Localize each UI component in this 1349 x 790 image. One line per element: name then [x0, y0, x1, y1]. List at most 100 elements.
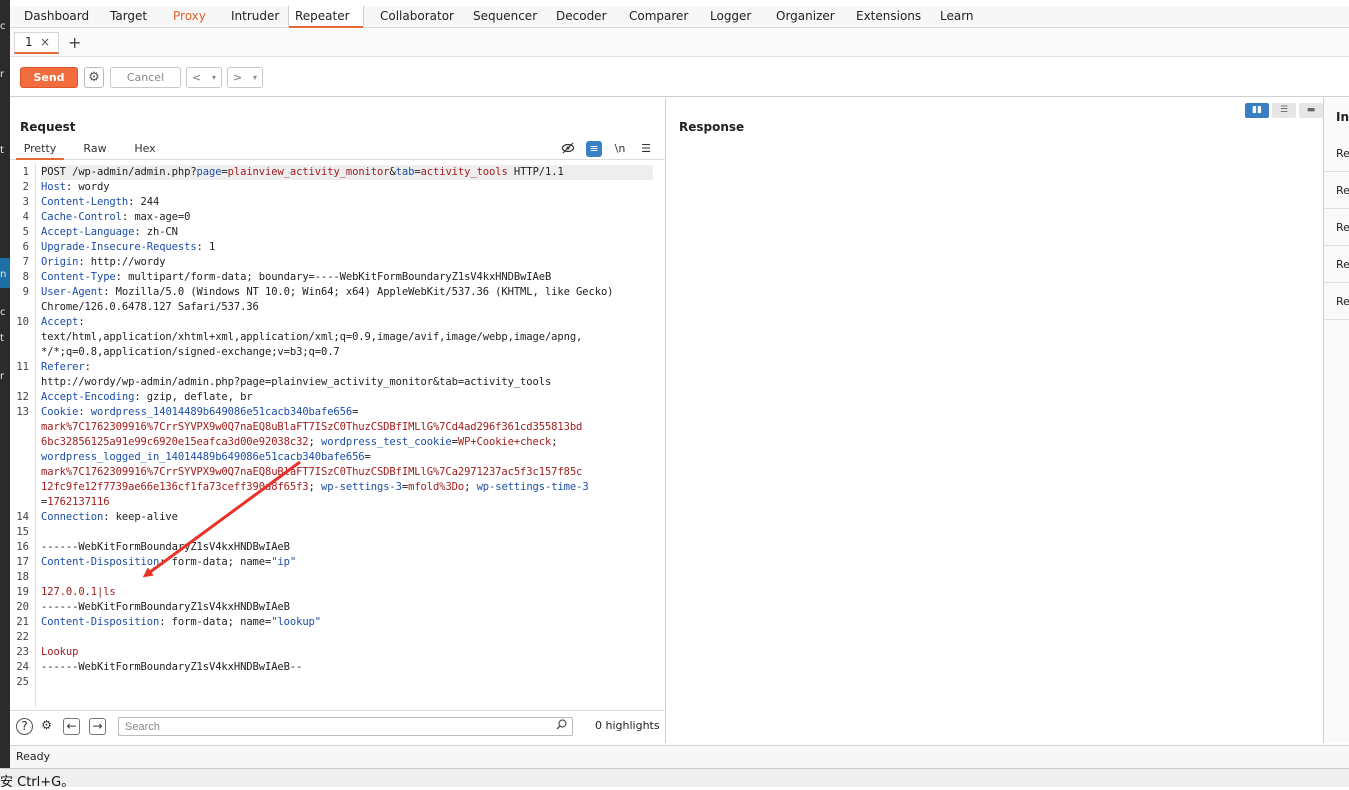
chevron-down-icon[interactable]: ▾	[212, 68, 216, 87]
close-icon[interactable]: ×	[40, 33, 50, 51]
code-line[interactable]: wordpress_logged_in_14014489b649086e51ca…	[41, 450, 371, 465]
code-token: ;	[308, 481, 321, 493]
inspector-section[interactable]: Re	[1324, 209, 1349, 246]
code-token: 127.0.0.1|ls	[41, 586, 116, 598]
cancel-button[interactable]: Cancel	[110, 67, 181, 88]
hide-nonprintable-icon[interactable]	[560, 141, 576, 157]
code-line[interactable]: Connection: keep-alive	[41, 510, 178, 525]
code-token: : zh-CN	[134, 226, 178, 238]
tab-pretty[interactable]: Pretty	[16, 141, 64, 160]
nav-tab-comparer[interactable]: Comparer	[623, 6, 694, 27]
tabbed-layout-icon[interactable]: ▬	[1299, 103, 1323, 118]
code-line[interactable]: text/html,application/xhtml+xml,applicat…	[41, 330, 582, 345]
nav-tab-dashboard[interactable]: Dashboard	[18, 6, 95, 27]
arrow-left-icon[interactable]: ←	[63, 718, 80, 735]
code-line[interactable]: =1762137116	[41, 495, 110, 510]
code-line[interactable]: 12fc9fe12f7739ae66e136cf1fa73ceff390a8f6…	[41, 480, 589, 495]
code-line[interactable]: 6bc32856125a91e99c6920e15eafca3d00e92038…	[41, 435, 558, 450]
code-line[interactable]: Cookie: wordpress_14014489b649086e51cacb…	[41, 405, 358, 420]
history-forward-button[interactable]: > ▾	[227, 67, 263, 88]
request-editor[interactable]: 1 2 3 4 5 6 7 8 9 10 11 12 13 14 15 16 17 18 19 20 21 22 23 24 2…	[10, 163, 666, 707]
menu-icon[interactable]: ☰	[638, 141, 654, 157]
history-back-button[interactable]: < ▾	[186, 67, 222, 88]
line-number: 14	[16, 511, 29, 523]
nav-tab-repeater[interactable]: Repeater	[288, 6, 364, 28]
code-line[interactable]: mark%7C1762309916%7CrrSYVPX9w0Q7naEQ8uBl…	[41, 420, 582, 435]
tab-raw[interactable]: Raw	[80, 141, 110, 160]
code-line[interactable]: POST /wp-admin/admin.php?page=plainview_…	[41, 165, 653, 180]
code-line[interactable]: Host: wordy	[41, 180, 110, 195]
code-token: http://wordy/wp-admin/admin.php?page=pla…	[41, 376, 552, 388]
request-view-tabs: Pretty Raw Hex ≡ \n ☰	[10, 138, 666, 160]
background-window-text: r	[0, 70, 5, 80]
nav-tab-sequencer[interactable]: Sequencer	[467, 6, 543, 27]
gear-icon[interactable]: ⚙	[38, 718, 55, 735]
code-line[interactable]: Chrome/126.0.6478.127 Safari/537.36	[41, 300, 259, 315]
nav-tab-decoder[interactable]: Decoder	[550, 6, 613, 27]
code-line[interactable]: */*;q=0.8,application/signed-exchange;v=…	[41, 345, 340, 360]
code-line[interactable]: Referer:	[41, 360, 91, 375]
code-line[interactable]: Accept-Encoding: gzip, deflate, br	[41, 390, 253, 405]
code-line[interactable]: mark%7C1762309916%7CrrSYVPX9w0Q7naEQ8uBl…	[41, 465, 582, 480]
code-line[interactable]: Lookup	[41, 645, 78, 660]
repeater-tab-label: 1	[25, 35, 33, 49]
code-token: : form-data; name=	[159, 616, 272, 628]
nav-tab-target[interactable]: Target	[104, 6, 153, 27]
code-line[interactable]: Content-Disposition: form-data; name="ip…	[41, 555, 296, 570]
gear-icon[interactable]: ⚙	[84, 67, 104, 88]
code-line[interactable]: http://wordy/wp-admin/admin.php?page=pla…	[41, 375, 551, 390]
code-line[interactable]: User-Agent: Mozilla/5.0 (Windows NT 10.0…	[41, 285, 613, 300]
chevron-down-icon[interactable]: ▾	[253, 68, 257, 87]
main-nav-bar: Dashboard Target Proxy Intruder Repeater…	[10, 6, 1349, 28]
layout-toggles: ▮▮ ☰ ▬	[1245, 103, 1323, 118]
background-window-text: n	[0, 270, 7, 280]
code-token: mark%7C1762309916%7CrrSYVPX9w0Q7naEQ8uBl…	[41, 421, 583, 433]
nav-tab-logger[interactable]: Logger	[704, 6, 757, 27]
inspector-section[interactable]: Re	[1324, 135, 1349, 172]
send-button[interactable]: Send	[20, 67, 78, 88]
code-line[interactable]: Content-Length: 244	[41, 195, 159, 210]
code-line[interactable]: Content-Type: multipart/form-data; bound…	[41, 270, 551, 285]
tab-hex[interactable]: Hex	[132, 141, 158, 160]
nav-tab-collaborator[interactable]: Collaborator	[374, 6, 460, 27]
background-window-text: c	[0, 308, 6, 318]
search-input[interactable]	[118, 717, 573, 736]
add-tab-button[interactable]: +	[68, 32, 81, 54]
code-line[interactable]: Accept-Language: zh-CN	[41, 225, 178, 240]
line-number: 19	[16, 586, 29, 598]
code-line[interactable]: ------WebKitFormBoundaryZ1sV4kxHNDBwIAeB	[41, 600, 290, 615]
newline-toggle[interactable]: \n	[612, 141, 628, 157]
request-title: Request	[20, 120, 76, 134]
inspector-section[interactable]: Re	[1324, 246, 1349, 283]
code-line[interactable]: Origin: http://wordy	[41, 255, 166, 270]
code-line[interactable]: Content-Disposition: form-data; name="lo…	[41, 615, 321, 630]
search-icon	[556, 719, 567, 733]
stacked-layout-icon[interactable]: ☰	[1272, 103, 1296, 118]
wrap-lines-icon[interactable]: ≡	[586, 141, 602, 157]
inspector-section[interactable]: Re	[1324, 283, 1349, 320]
code-token: Chrome/126.0.6478.127 Safari/537.36	[41, 301, 259, 313]
code-line[interactable]: Accept:	[41, 315, 85, 330]
code-line[interactable]: 127.0.0.1|ls	[41, 585, 116, 600]
code-line[interactable]: Cache-Control: max-age=0	[41, 210, 190, 225]
nav-tab-intruder[interactable]: Intruder	[225, 6, 285, 27]
line-number: 1	[22, 166, 29, 178]
line-number: 13	[16, 406, 29, 418]
code-token: HTTP/1.1	[507, 166, 564, 178]
repeater-tab-1[interactable]: 1 ×	[14, 32, 59, 54]
code-token: Cookie	[41, 406, 79, 418]
side-by-side-layout-icon[interactable]: ▮▮	[1245, 103, 1269, 118]
nav-tab-extensions[interactable]: Extensions	[850, 6, 927, 27]
code-line[interactable]: Upgrade-Insecure-Requests: 1	[41, 240, 215, 255]
code-line[interactable]: ------WebKitFormBoundaryZ1sV4kxHNDBwIAeB	[41, 540, 290, 555]
arrow-right-icon[interactable]: →	[89, 718, 106, 735]
help-icon[interactable]: ?	[16, 718, 33, 735]
line-number: 4	[22, 211, 29, 223]
nav-tab-learn[interactable]: Learn	[934, 6, 980, 27]
line-number: 3	[22, 196, 29, 208]
inspector-section[interactable]: Re	[1324, 172, 1349, 209]
nav-tab-proxy[interactable]: Proxy	[167, 6, 212, 27]
nav-tab-organizer[interactable]: Organizer	[770, 6, 841, 27]
code-token: plainview_activity_monitor	[227, 166, 390, 178]
code-line[interactable]: ------WebKitFormBoundaryZ1sV4kxHNDBwIAeB…	[41, 660, 302, 675]
